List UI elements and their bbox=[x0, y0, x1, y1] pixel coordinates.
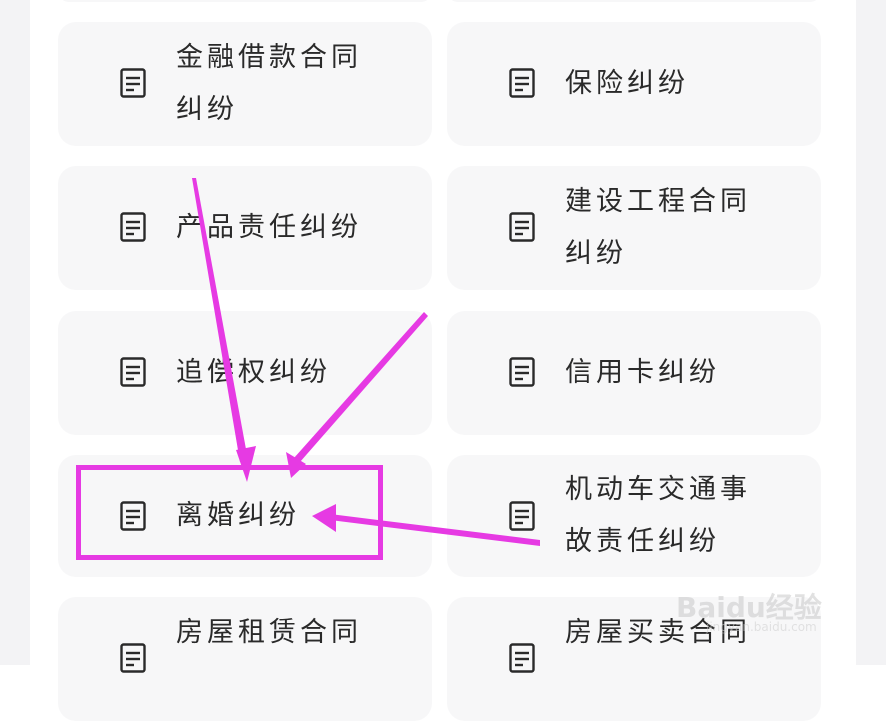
document-icon bbox=[509, 68, 535, 98]
document-icon bbox=[120, 357, 146, 387]
document-icon bbox=[509, 357, 535, 387]
document-icon bbox=[509, 643, 535, 673]
category-card-construction-contract[interactable]: 建设工程合同 纠纷 bbox=[447, 166, 821, 290]
category-label: 追偿权纠纷 bbox=[176, 357, 331, 388]
category-label: 房屋租赁合同 bbox=[176, 617, 362, 648]
document-icon bbox=[120, 68, 146, 98]
category-card-house-lease[interactable]: 房屋租赁合同 bbox=[58, 597, 432, 721]
category-label: 产品责任纠纷 bbox=[176, 212, 362, 243]
category-card-house-sale[interactable]: 房屋买卖合同 bbox=[447, 597, 821, 721]
category-card-traffic-accident[interactable]: 机动车交通事 故责任纠纷 bbox=[447, 455, 821, 577]
category-card-credit-card[interactable]: 信用卡纠纷 bbox=[447, 311, 821, 435]
category-card-partial[interactable] bbox=[447, 0, 821, 2]
document-icon bbox=[509, 501, 535, 531]
category-card-recourse[interactable]: 追偿权纠纷 bbox=[58, 311, 432, 435]
category-label: 信用卡纠纷 bbox=[565, 357, 720, 388]
category-label: 房屋买卖合同 bbox=[565, 617, 751, 648]
category-card-financial-loan[interactable]: 金融借款合同 纠纷 bbox=[58, 22, 432, 146]
category-card-partial[interactable] bbox=[58, 0, 432, 2]
category-label: 金融借款合同 纠纷 bbox=[176, 42, 362, 125]
category-card-divorce[interactable]: 离婚纠纷 bbox=[58, 455, 432, 577]
category-card-product-liability[interactable]: 产品责任纠纷 bbox=[58, 166, 432, 290]
document-icon bbox=[120, 501, 146, 531]
category-card-insurance[interactable]: 保险纠纷 bbox=[447, 22, 821, 146]
category-label: 保险纠纷 bbox=[565, 68, 689, 99]
left-margin bbox=[0, 0, 30, 665]
right-margin bbox=[856, 0, 886, 665]
category-label: 建设工程合同 纠纷 bbox=[565, 186, 751, 269]
category-grid: 金融借款合同 纠纷 保险纠纷 产品责任纠纷 建设工程合同 纠纷 追偿权纠纷 信用… bbox=[30, 0, 856, 721]
document-icon bbox=[120, 643, 146, 673]
category-label: 机动车交通事 故责任纠纷 bbox=[565, 474, 751, 557]
document-icon bbox=[120, 212, 146, 242]
category-label: 离婚纠纷 bbox=[176, 500, 300, 531]
document-icon bbox=[509, 212, 535, 242]
